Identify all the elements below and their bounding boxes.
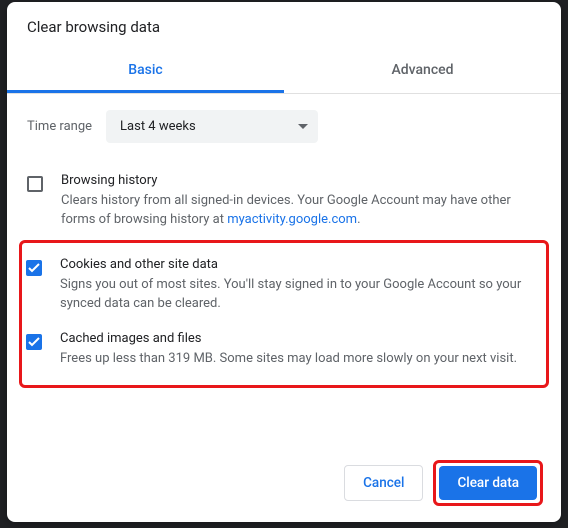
- checkbox-browsing-history[interactable]: [27, 176, 43, 192]
- option-cache: Cached images and files Frees up less th…: [26, 323, 540, 379]
- chevron-down-icon: [298, 124, 308, 129]
- highlight-box-clear-button: Clear data: [433, 460, 543, 506]
- option-browsing-history: Browsing history Clears history from all…: [27, 165, 541, 240]
- myactivity-link[interactable]: myactivity.google.com: [227, 212, 357, 227]
- time-range-select[interactable]: Last 4 weeks: [106, 110, 318, 143]
- option-title: Cookies and other site data: [60, 257, 540, 272]
- option-desc: Clears history from all signed-in device…: [61, 192, 541, 230]
- dialog-title: Clear browsing data: [7, 2, 561, 36]
- checkbox-cache[interactable]: [26, 334, 42, 350]
- tabs: Basic Advanced: [7, 48, 561, 94]
- tab-advanced[interactable]: Advanced: [284, 48, 561, 93]
- time-range-value: Last 4 weeks: [120, 119, 196, 134]
- option-cookies: Cookies and other site data Signs you ou…: [26, 249, 540, 324]
- option-title: Browsing history: [61, 173, 541, 188]
- highlight-box-options: Cookies and other site data Signs you ou…: [19, 240, 549, 389]
- clear-browsing-data-dialog: Clear browsing data Basic Advanced Time …: [7, 2, 561, 522]
- time-range-row: Time range Last 4 weeks: [27, 110, 541, 143]
- time-range-label: Time range: [27, 119, 92, 134]
- checkbox-cookies[interactable]: [26, 260, 42, 276]
- option-desc: Signs you out of most sites. You'll stay…: [60, 276, 540, 314]
- clear-data-button[interactable]: Clear data: [439, 466, 537, 500]
- tab-basic[interactable]: Basic: [7, 48, 284, 93]
- option-desc: Frees up less than 319 MB. Some sites ma…: [60, 350, 540, 369]
- dialog-content: Time range Last 4 weeks Browsing history…: [7, 94, 561, 446]
- dialog-footer: Cancel Clear data: [7, 446, 561, 522]
- option-title: Cached images and files: [60, 331, 540, 346]
- cancel-button[interactable]: Cancel: [344, 465, 423, 501]
